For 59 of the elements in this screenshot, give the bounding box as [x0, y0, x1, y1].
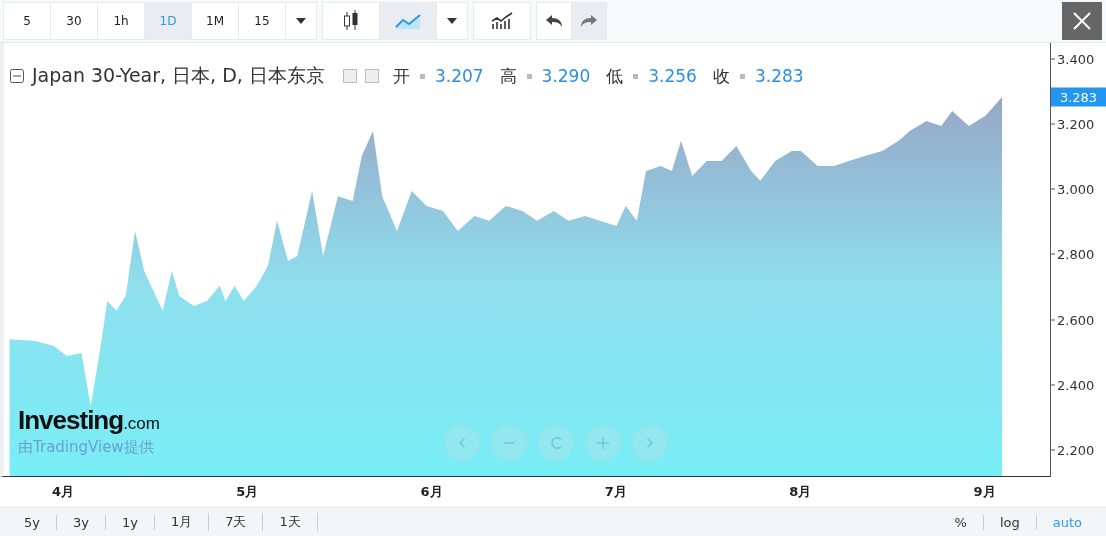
- axis-label: 8月: [789, 483, 812, 501]
- logo-text: Investing.com: [18, 405, 160, 436]
- caret-icon: [296, 18, 306, 24]
- interval-button[interactable]: 15: [238, 2, 286, 40]
- ohlc-label: 低: [606, 64, 624, 88]
- close-icon: [1072, 11, 1092, 31]
- ohlc-label: 开: [392, 64, 410, 88]
- range-button[interactable]: 1y: [105, 514, 155, 530]
- plus-icon: [597, 437, 609, 449]
- interval-dropdown-button[interactable]: [285, 2, 317, 40]
- axis-label: 6月: [420, 483, 443, 501]
- ohlc-value: 3.207: [434, 66, 484, 86]
- undo-button[interactable]: [536, 2, 572, 40]
- ohlc-label: 收: [712, 64, 730, 88]
- redo-button[interactable]: [571, 2, 607, 40]
- range-button[interactable]: 5y: [8, 514, 57, 530]
- collapse-icon: [10, 69, 24, 83]
- range-button[interactable]: 1月: [154, 513, 210, 531]
- interval-button[interactable]: 1M: [191, 2, 239, 40]
- bar-chart-icon: [490, 12, 514, 30]
- axis-label: 5月: [236, 483, 259, 501]
- last-price-label: 3.283: [1051, 87, 1106, 107]
- separator-icon: [526, 73, 532, 79]
- ohlc-value: 3.290: [541, 66, 591, 86]
- ohlc-label: 高: [499, 64, 517, 88]
- ohlc-value: 3.283: [754, 66, 804, 86]
- candlestick-icon: [343, 9, 359, 33]
- chart-type-button[interactable]: [322, 2, 380, 40]
- undo-icon: [545, 14, 563, 28]
- indicators-button[interactable]: [473, 2, 531, 40]
- interval-button[interactable]: 30: [50, 2, 98, 40]
- scale-button[interactable]: log: [983, 514, 1037, 530]
- separator-icon: [633, 73, 639, 79]
- chart-type-dropdown-button[interactable]: [436, 2, 468, 40]
- axis-label: 4月: [51, 483, 74, 501]
- chevron-right-icon: [647, 438, 653, 448]
- reset-button[interactable]: [538, 425, 574, 461]
- credit-text: 由TradingView提供: [18, 438, 155, 457]
- ohlc-value: 3.256: [648, 66, 697, 86]
- range-button[interactable]: 1天: [263, 513, 318, 531]
- refresh-icon: [550, 437, 562, 449]
- symbol-title: Japan 30-Year, 日本, D, 日本东京: [32, 63, 325, 88]
- separator-icon: [419, 73, 425, 79]
- caret-icon: [447, 18, 457, 24]
- range-button[interactable]: 7天: [209, 513, 264, 531]
- chevron-left-icon: [459, 438, 465, 448]
- axis-label: 7月: [604, 483, 627, 501]
- range-button[interactable]: 3y: [56, 514, 106, 530]
- zoom-in-button[interactable]: [585, 425, 621, 461]
- close-button[interactable]: [1062, 2, 1102, 40]
- redo-icon: [580, 14, 598, 28]
- interval-button[interactable]: 1h: [97, 2, 145, 40]
- axis-label: 9月: [973, 483, 996, 501]
- area-chart-icon: [395, 13, 421, 29]
- separator-icon: [739, 73, 745, 79]
- scroll-left-button[interactable]: [444, 425, 480, 461]
- scroll-right-button[interactable]: [632, 425, 668, 461]
- interval-button[interactable]: 5: [3, 2, 51, 40]
- scale-button[interactable]: %: [938, 514, 984, 530]
